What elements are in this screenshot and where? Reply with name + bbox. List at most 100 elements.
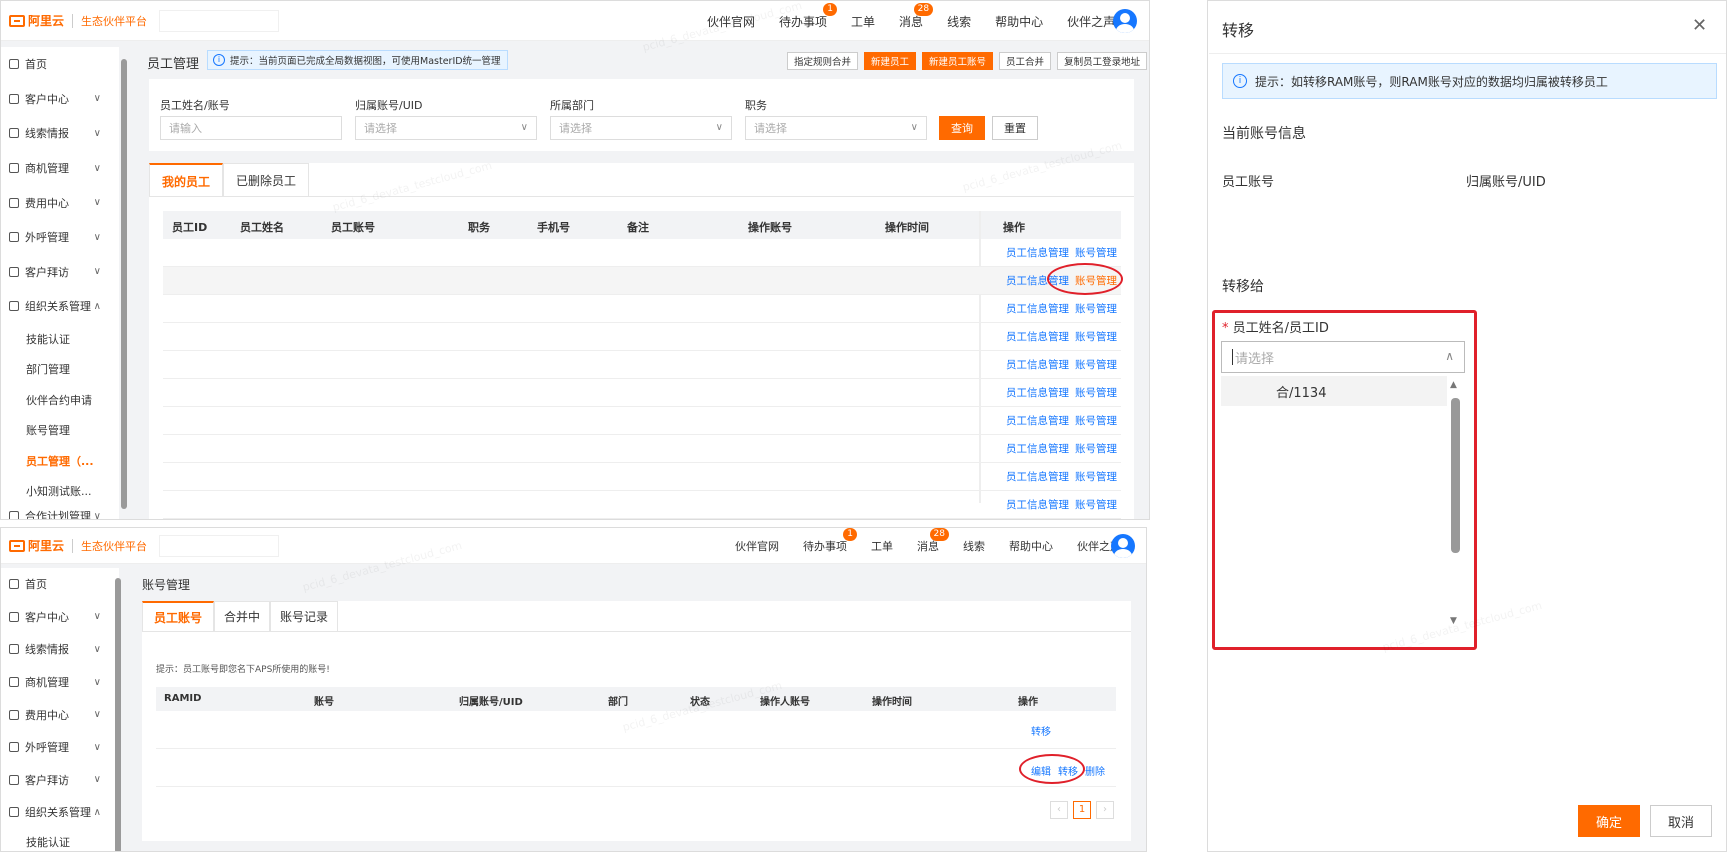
employee-info-link[interactable]: 员工信息管理	[1006, 413, 1069, 428]
sidebar-item-plan[interactable]: 合作计划管理 ∨	[1, 506, 119, 519]
sidebar-sub-account[interactable]: 账号管理	[1, 415, 119, 445]
sidebar-item-customer[interactable]: 客户中心 ∨	[1, 601, 119, 634]
sidebar-item-clue[interactable]: 线索情报 ∨	[1, 633, 119, 666]
account-manage-link[interactable]: 账号管理	[1075, 385, 1117, 400]
uid-select[interactable]: 请选择 ∨	[355, 116, 537, 140]
nav-voice[interactable]: 伙伴之声	[1067, 13, 1115, 30]
sidebar-sub-skill[interactable]: 技能认证	[1, 829, 119, 851]
logo[interactable]: 阿里云 生态伙伴平台	[9, 537, 147, 554]
account-manage-link[interactable]: 账号管理	[1075, 301, 1117, 316]
sidebar-label: 组织关系管理	[25, 806, 91, 820]
sidebar-scrollbar[interactable]	[121, 59, 127, 509]
employee-info-link[interactable]: 员工信息管理	[1006, 385, 1069, 400]
platform-name: 生态伙伴平台	[81, 539, 148, 553]
sidebar-item-visit[interactable]: 客户拜访 ∨	[1, 255, 119, 290]
todo-badge: 1	[823, 2, 838, 16]
logo[interactable]: 阿里云 生态伙伴平台	[9, 12, 147, 29]
reset-button[interactable]: 重置	[992, 116, 1038, 140]
employee-info-link[interactable]: 员工信息管理	[1006, 357, 1069, 372]
rule-merge-button[interactable]: 指定规则合并	[787, 52, 859, 70]
employee-info-link[interactable]: 员工信息管理	[1006, 497, 1069, 512]
sidebar-item-clue[interactable]: 线索情报 ∨	[1, 116, 119, 151]
delete-link[interactable]: 删除	[1085, 763, 1105, 778]
tab-my-employees[interactable]: 我的员工	[149, 163, 223, 197]
top-search-input[interactable]	[159, 534, 280, 557]
close-icon[interactable]: ✕	[1692, 15, 1707, 36]
sidebar-item-org[interactable]: 组织关系管理 ∧	[1, 796, 119, 829]
transfer-link[interactable]: 转移	[1031, 723, 1051, 738]
chevron-down-icon: ∨	[93, 643, 101, 655]
nav-ticket[interactable]: 工单	[871, 538, 893, 554]
sidebar-item-customer[interactable]: 客户中心 ∨	[1, 82, 119, 117]
new-employee-account-button[interactable]: 新建员工账号	[922, 52, 994, 70]
nav-ticket[interactable]: 工单	[851, 13, 875, 30]
employee-info-link[interactable]: 员工信息管理	[1006, 301, 1069, 316]
name-input[interactable]: 请输入	[160, 116, 342, 140]
employee-info-link[interactable]: 员工信息管理	[1006, 329, 1069, 344]
sidebar-item-home[interactable]: 首页	[1, 47, 119, 82]
account-manage-link[interactable]: 账号管理	[1075, 357, 1117, 372]
confirm-button[interactable]: 确定	[1578, 805, 1640, 837]
sidebar-sub-skill[interactable]: 技能认证	[1, 324, 119, 354]
account-manage-link[interactable]: 账号管理	[1075, 441, 1117, 456]
nav-message[interactable]: 消息 28	[917, 528, 949, 554]
account-manage-link[interactable]: 账号管理	[1075, 245, 1117, 260]
query-button[interactable]: 查询	[939, 116, 985, 140]
sidebar-item-opportunity[interactable]: 商机管理 ∨	[1, 151, 119, 186]
nav-clue[interactable]: 线索	[947, 13, 971, 30]
account-manage-link[interactable]: 账号管理	[1075, 329, 1117, 344]
employee-info-link[interactable]: 员工信息管理	[1006, 441, 1069, 456]
account-manage-link[interactable]: 账号管理	[1075, 469, 1117, 484]
sidebar-item-call[interactable]: 外呼管理 ∨	[1, 731, 119, 764]
sidebar-sub-test[interactable]: 小知测试账...	[1, 476, 119, 506]
page-1-button[interactable]: 1	[1073, 801, 1091, 819]
employee-info-link[interactable]: 员工信息管理	[1006, 469, 1069, 484]
tab-staff-account[interactable]: 员工账号	[142, 601, 214, 632]
tab-account-records[interactable]: 账号记录	[270, 601, 338, 632]
fee-icon	[9, 709, 19, 720]
tab-merging[interactable]: 合并中	[214, 601, 270, 632]
sidebar-item-call[interactable]: 外呼管理 ∨	[1, 220, 119, 255]
table-row: 员工信息管理 账号管理	[163, 407, 1121, 435]
sidebar-sub-employee[interactable]: 员工管理（...	[1, 445, 119, 475]
employee-select-placeholder: 请选择	[1235, 351, 1275, 367]
dropdown-scrollbar[interactable]	[1451, 398, 1460, 553]
scroll-up-icon[interactable]: ▲	[1450, 380, 1457, 390]
nav-clue[interactable]: 线索	[963, 538, 985, 554]
nav-help[interactable]: 帮助中心	[995, 13, 1043, 30]
sidebar-item-fee[interactable]: 费用中心 ∨	[1, 698, 119, 731]
horizontal-scrollbar[interactable]	[163, 519, 1121, 520]
account-manage-link[interactable]: 账号管理	[1075, 497, 1117, 512]
merge-employee-button[interactable]: 员工合并	[999, 52, 1052, 70]
nav-todo[interactable]: 待办事项 1	[803, 528, 857, 554]
new-employee-button[interactable]: 新建员工	[864, 52, 917, 70]
next-page-button[interactable]: ›	[1096, 801, 1114, 819]
tab-deleted-employees[interactable]: 已删除员工	[223, 163, 309, 197]
employee-select[interactable]: 请选择 ∧	[1221, 341, 1465, 373]
sidebar-item-org[interactable]: 组织关系管理 ∧	[1, 289, 119, 324]
nav-partner-site[interactable]: 伙伴官网	[735, 538, 779, 554]
sidebar-scrollbar[interactable]	[115, 578, 121, 851]
sidebar-item-fee[interactable]: 费用中心 ∨	[1, 185, 119, 220]
sidebar-item-home[interactable]: 首页	[1, 568, 119, 601]
dept-select[interactable]: 请选择 ∨	[550, 116, 732, 140]
chevron-up-icon: ∧	[93, 300, 101, 312]
cancel-button[interactable]: 取消	[1650, 805, 1712, 837]
avatar[interactable]	[1111, 534, 1135, 558]
position-select[interactable]: 请选择 ∨	[745, 116, 927, 140]
sidebar-item-visit[interactable]: 客户拜访 ∨	[1, 764, 119, 797]
sidebar-sub-department[interactable]: 部门管理	[1, 354, 119, 384]
avatar[interactable]	[1113, 9, 1137, 33]
sidebar-sub-contract[interactable]: 伙伴合约申请	[1, 385, 119, 415]
nav-message[interactable]: 消息 28	[899, 2, 934, 30]
employee-info-link[interactable]: 员工信息管理	[1006, 245, 1069, 260]
col-employee-id: 员工ID	[172, 221, 208, 234]
top-search-input[interactable]	[159, 9, 280, 32]
dropdown-option[interactable]: 合/1134	[1221, 376, 1447, 406]
account-manage-link[interactable]: 账号管理	[1075, 413, 1117, 428]
nav-help[interactable]: 帮助中心	[1009, 538, 1053, 554]
copy-login-url-button[interactable]: 复制员工登录地址	[1057, 52, 1148, 70]
org-icon	[9, 807, 19, 818]
prev-page-button[interactable]: ‹	[1050, 801, 1068, 819]
sidebar-item-opportunity[interactable]: 商机管理 ∨	[1, 666, 119, 699]
